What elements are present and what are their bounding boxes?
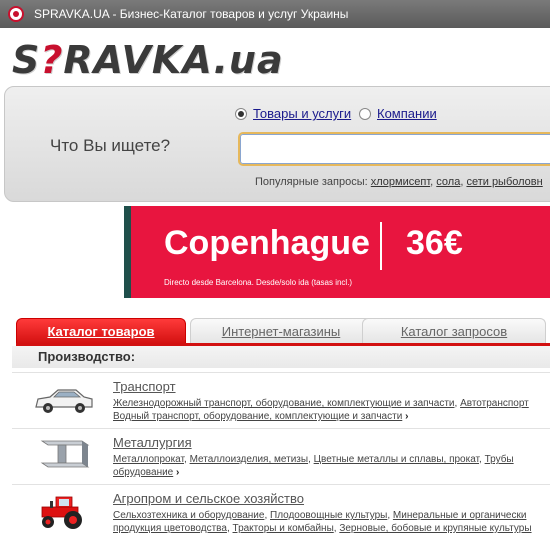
subcategory-link[interactable]: Сельхозтехника и оборудование <box>113 510 264 521</box>
category-row-metallurgy: Металлургия Металлопрокат, Металлоиздели… <box>12 428 550 480</box>
section-title: Производство: <box>12 346 550 368</box>
subcategory-link[interactable]: Трубы <box>485 454 514 465</box>
steel-beam-icon <box>40 440 90 468</box>
banner-divider <box>380 222 382 270</box>
popular-query-link[interactable]: хлормисепт <box>371 176 430 188</box>
logo-text: RAVKA.ua <box>63 38 284 82</box>
ad-banner[interactable]: Copenhague 36€ Directo desde Barcelona. … <box>124 206 550 298</box>
subcategory-link[interactable]: Металлоизделия, метизы <box>190 454 309 465</box>
category-row-agriculture: Агропром и сельское хозяйство Сельхозтех… <box>12 484 550 536</box>
banner-price: 36€ <box>406 224 463 262</box>
banner-subtext: Directo desde Barcelona. Desde/solo ida … <box>164 278 353 287</box>
tab-online-shops[interactable]: Интернет-магазины <box>190 318 372 344</box>
car-icon <box>35 389 93 413</box>
category-name[interactable]: Металлургия <box>113 435 192 450</box>
catalog-tabs: Каталог товаров Интернет-магазины Катало… <box>16 318 550 344</box>
more-arrow-icon[interactable]: › <box>405 411 408 422</box>
category-row-transport: Транспорт Железнодорожный транспорт, обо… <box>12 372 550 424</box>
search-input[interactable] <box>240 134 550 164</box>
subcategory-link[interactable]: Автотранспорт <box>460 398 529 409</box>
site-logo[interactable]: S?RAVKA.ua <box>12 38 284 82</box>
radio-companies-label[interactable]: Компании <box>377 106 437 121</box>
popular-query-link[interactable]: сети рыболовн <box>466 176 542 188</box>
logo-letter-s: S <box>12 38 41 82</box>
search-input-wrapper <box>238 132 550 166</box>
site-favicon-icon <box>8 6 24 22</box>
popular-queries: Популярные запросы: хлормисепт, сола, се… <box>255 176 543 188</box>
banner-stripe <box>124 206 131 298</box>
category-subcategories: Сельхозтехника и оборудование, Плодоовощ… <box>113 510 532 534</box>
logo-accent: ? <box>40 38 64 82</box>
more-arrow-icon[interactable]: › <box>176 467 179 478</box>
radio-companies-button[interactable] <box>359 107 371 120</box>
tab-catalog-goods[interactable]: Каталог товаров <box>16 318 186 344</box>
subcategory-link[interactable]: Металлопрокат <box>113 454 184 465</box>
subcategory-link[interactable]: продукция цветоводства <box>113 523 227 534</box>
subcategory-link[interactable]: Плодоовощные культуры <box>270 510 387 521</box>
radio-goods-label[interactable]: Товары и услуги <box>253 106 351 121</box>
subcategory-link[interactable]: Водный транспорт, оборудование, комплект… <box>113 411 402 422</box>
subcategory-link[interactable]: Минеральные и органически <box>393 510 527 521</box>
subcategory-link[interactable]: Цветные металлы и сплавы, прокат <box>314 454 479 465</box>
tab-catalog-requests[interactable]: Каталог запросов <box>362 318 546 344</box>
window-title-bar: SPRAVKA.UA - Бизнес-Каталог товаров и ус… <box>0 0 550 28</box>
subcategory-link[interactable]: Тракторы и комбайны <box>233 523 334 534</box>
radio-companies[interactable]: Компании <box>359 106 437 121</box>
subcategory-link[interactable]: Зерновые, бобовые и крупяные культуры <box>339 523 531 534</box>
popular-queries-label: Популярные запросы: <box>255 176 368 188</box>
category-subcategories: Железнодорожный транспорт, оборудование,… <box>113 398 529 422</box>
subcategory-link[interactable]: обрудование <box>113 467 173 478</box>
subcategory-link[interactable]: Железнодорожный транспорт, оборудование,… <box>113 398 455 409</box>
banner-city: Copenhague <box>164 224 370 262</box>
category-name[interactable]: Агропром и сельское хозяйство <box>113 491 304 506</box>
window-title: SPRAVKA.UA - Бизнес-Каталог товаров и ус… <box>34 7 349 21</box>
radio-goods-services[interactable]: Товары и услуги <box>235 106 351 121</box>
search-question-label: Что Вы ищете? <box>50 136 171 155</box>
radio-goods-button[interactable] <box>235 107 247 120</box>
category-name[interactable]: Транспорт <box>113 379 176 394</box>
category-subcategories: Металлопрокат, Металлоизделия, метизы, Ц… <box>113 454 514 478</box>
popular-query-link[interactable]: сола <box>436 176 460 188</box>
tractor-icon <box>41 496 82 529</box>
